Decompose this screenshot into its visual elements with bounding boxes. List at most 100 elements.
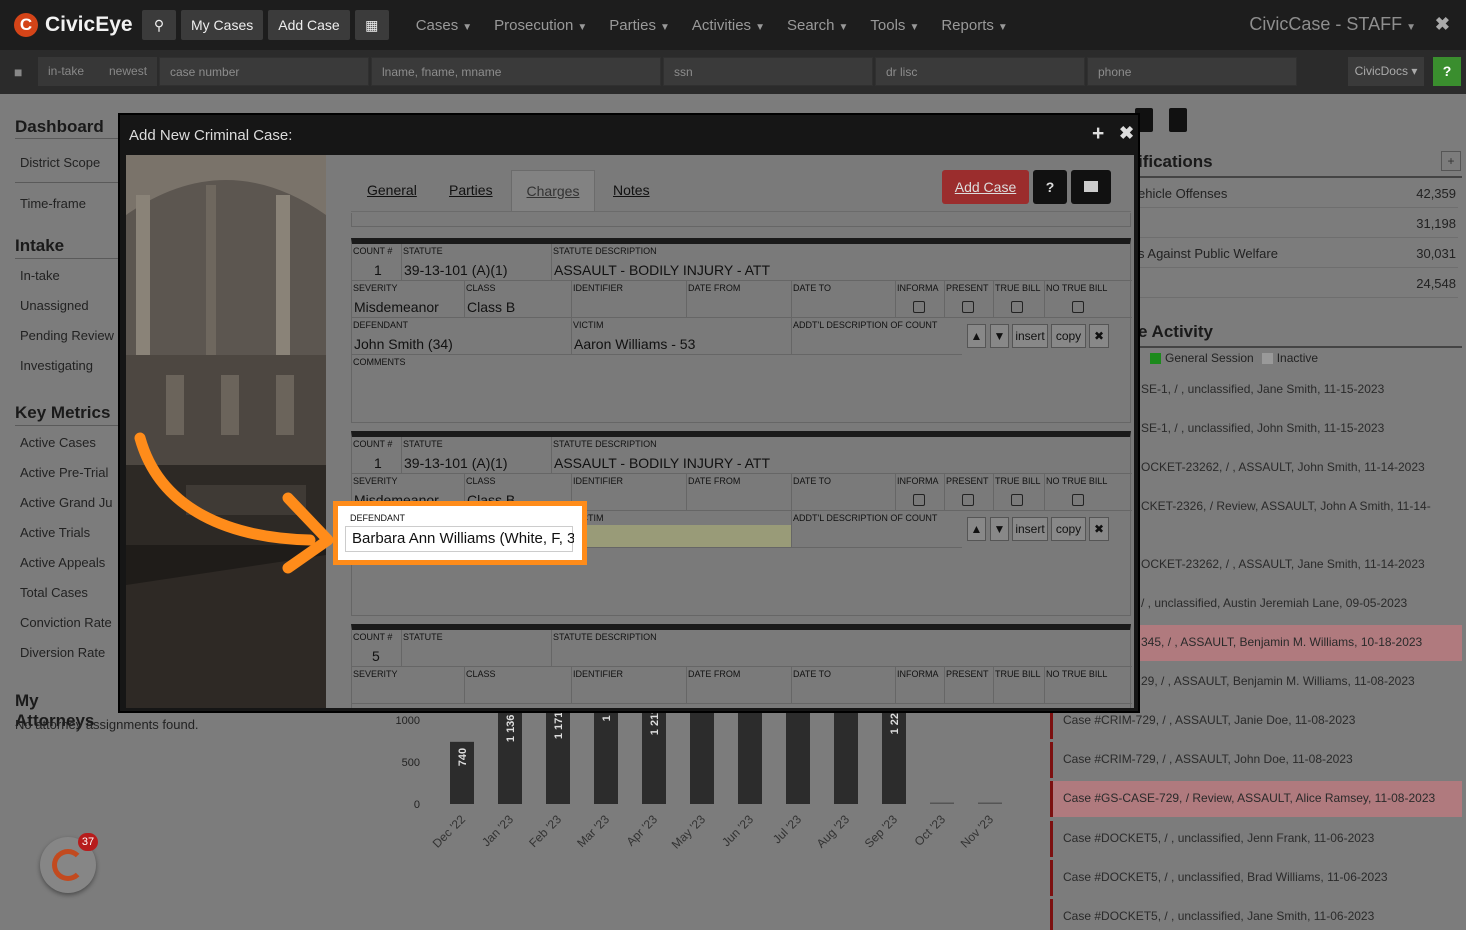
date-from-cell[interactable]: DATE FROM bbox=[687, 667, 792, 704]
informa-checkbox[interactable] bbox=[913, 301, 925, 313]
severity-cell[interactable]: SEVERITY bbox=[352, 667, 465, 704]
identifier-cell[interactable]: IDENTIFIER bbox=[572, 474, 687, 511]
add-case-submit-button[interactable]: Add Case bbox=[942, 170, 1029, 204]
insert-button[interactable]: insert bbox=[1012, 324, 1048, 348]
class-cell[interactable]: CLASS Class B bbox=[465, 281, 572, 318]
move-down-icon[interactable]: ▼ bbox=[990, 517, 1009, 541]
nav-investigating[interactable]: Investigating bbox=[20, 358, 93, 373]
delete-icon[interactable]: ✖ bbox=[1089, 517, 1109, 541]
tab-parties[interactable]: Parties bbox=[449, 182, 493, 198]
nav-unassigned[interactable]: Unassigned bbox=[20, 298, 89, 313]
nav-district-scope[interactable]: District Scope bbox=[20, 155, 100, 170]
nav-active-grand-jury[interactable]: Active Grand Ju bbox=[20, 495, 113, 510]
statute-description-cell[interactable]: STATUTE DESCRIPTION ASSAULT - BODILY INJU… bbox=[552, 244, 1132, 281]
date-to-cell[interactable]: DATE TO bbox=[792, 474, 896, 511]
defendant-input[interactable]: Barbara Ann Williams (White, F, 3 bbox=[352, 530, 574, 547]
count-cell[interactable]: COUNT # 1 bbox=[352, 244, 402, 281]
civicdocs-dropdown[interactable]: CivicDocs ▾ bbox=[1348, 57, 1424, 86]
no-true-bill-checkbox[interactable] bbox=[1072, 494, 1084, 506]
classification-row[interactable]: s Against Public Welfare 30,031 bbox=[1138, 238, 1458, 268]
true-bill-checkbox[interactable] bbox=[1011, 301, 1023, 313]
ssn-input[interactable]: ssn bbox=[663, 57, 873, 86]
logo[interactable]: C CivicEye bbox=[14, 13, 142, 37]
phone-input[interactable]: phone bbox=[1087, 57, 1297, 86]
add-icon[interactable]: + bbox=[1441, 151, 1461, 171]
activity-item[interactable]: Case #GS-CASE-729, / Review, ASSAULT, Al… bbox=[1050, 781, 1462, 817]
app-title[interactable]: CivicCase - STAFF ▼ bbox=[1249, 14, 1416, 35]
comments-cell[interactable]: COMMENTS bbox=[352, 355, 1132, 421]
nav-active-cases[interactable]: Active Cases bbox=[20, 435, 96, 450]
filter-intake[interactable]: in-take bbox=[38, 57, 100, 86]
move-up-icon[interactable]: ▲ bbox=[967, 517, 986, 541]
defendant-cell[interactable]: DEFENDANT John Smith (34) bbox=[352, 318, 572, 355]
copy-button[interactable]: copy bbox=[1051, 324, 1086, 348]
nav-pending-review[interactable]: Pending Review bbox=[20, 328, 114, 343]
book-icon[interactable] bbox=[1169, 108, 1187, 132]
user-icon[interactable]: ■ bbox=[14, 64, 22, 80]
statute-cell[interactable]: STATUTE 39-13-101 (A)(1) bbox=[402, 437, 552, 474]
nav-total-cases[interactable]: Total Cases bbox=[20, 585, 88, 600]
activity-item[interactable]: Case #DOCKET5, / , unclassified, Jane Sm… bbox=[1050, 899, 1462, 930]
menu-tools[interactable]: Tools ▼ bbox=[870, 17, 919, 34]
help-button[interactable]: ? bbox=[1033, 170, 1067, 204]
add-case-button[interactable]: Add Case bbox=[268, 10, 350, 40]
calculator-icon[interactable]: ▦ bbox=[354, 10, 389, 40]
move-down-icon[interactable]: ▼ bbox=[990, 324, 1009, 348]
no-true-bill-checkbox[interactable] bbox=[1072, 301, 1084, 313]
statute-description-cell[interactable]: STATUTE DESCRIPTION bbox=[552, 630, 1132, 667]
help-button[interactable]: ? bbox=[1433, 57, 1461, 86]
close-icon[interactable]: ✖ bbox=[1119, 123, 1134, 144]
identifier-cell[interactable]: IDENTIFIER bbox=[572, 281, 687, 318]
date-from-cell[interactable]: DATE FROM bbox=[687, 474, 792, 511]
victim-cell[interactable]: VICTIM Aaron Williams - 53 bbox=[572, 318, 792, 355]
defendant-field-highlight[interactable]: DEFENDANT Barbara Ann Williams (White, F… bbox=[333, 501, 587, 565]
expand-icon[interactable]: + bbox=[1092, 122, 1104, 146]
severity-cell[interactable]: SEVERITY Misdemeanor bbox=[352, 281, 465, 318]
class-cell[interactable]: CLASS bbox=[465, 667, 572, 704]
nav-diversion-rate[interactable]: Diversion Rate bbox=[20, 645, 105, 660]
insert-button[interactable]: insert bbox=[1012, 517, 1048, 541]
addtl-description-cell[interactable]: ADDT'L DESCRIPTION OF COUNT bbox=[792, 511, 962, 548]
search-icon[interactable]: ⚲ bbox=[142, 10, 176, 40]
activity-item[interactable]: Case #CRIM-729, / , ASSAULT, John Doe, 1… bbox=[1050, 742, 1462, 778]
menu-cases[interactable]: Cases ▼ bbox=[416, 17, 472, 34]
nav-time-frame[interactable]: Time-frame bbox=[20, 196, 86, 211]
menu-prosecution[interactable]: Prosecution ▼ bbox=[494, 17, 587, 34]
menu-parties[interactable]: Parties ▼ bbox=[609, 17, 670, 34]
name-input[interactable]: lname, fname, mname bbox=[371, 57, 661, 86]
filter-newest[interactable]: newest bbox=[99, 57, 157, 86]
classification-row[interactable]: 24,548 bbox=[1138, 268, 1458, 298]
present-checkbox[interactable] bbox=[962, 301, 974, 313]
informa-checkbox[interactable] bbox=[913, 494, 925, 506]
menu-reports[interactable]: Reports ▼ bbox=[941, 17, 1007, 34]
addtl-description-cell[interactable]: ADDT'L DESCRIPTION OF COUNT bbox=[792, 318, 962, 355]
nav-active-appeals[interactable]: Active Appeals bbox=[20, 555, 105, 570]
nav-intake[interactable]: In-take bbox=[20, 268, 60, 283]
print-icon[interactable] bbox=[1071, 170, 1111, 204]
date-to-cell[interactable]: DATE TO bbox=[792, 667, 896, 704]
count-cell[interactable]: COUNT # 5 bbox=[352, 630, 402, 667]
statute-cell[interactable]: STATUTE bbox=[402, 630, 552, 667]
menu-search[interactable]: Search ▼ bbox=[787, 17, 848, 34]
count-cell[interactable]: COUNT # 1 bbox=[352, 437, 402, 474]
close-icon[interactable]: ✖ bbox=[1435, 14, 1450, 35]
true-bill-checkbox[interactable] bbox=[1011, 494, 1023, 506]
delete-icon[interactable]: ✖ bbox=[1089, 324, 1109, 348]
tab-charges[interactable]: Charges bbox=[511, 170, 595, 212]
statute-description-cell[interactable]: STATUTE DESCRIPTION ASSAULT - BODILY INJU… bbox=[552, 437, 1132, 474]
tab-notes[interactable]: Notes bbox=[613, 182, 650, 198]
menu-activities[interactable]: Activities ▼ bbox=[692, 17, 765, 34]
tab-general[interactable]: General bbox=[367, 182, 417, 198]
activity-item[interactable]: Case #DOCKET5, / , unclassified, Jenn Fr… bbox=[1050, 821, 1462, 857]
copy-button[interactable]: copy bbox=[1051, 517, 1086, 541]
classification-row[interactable]: ehicle Offenses 42,359 bbox=[1138, 178, 1458, 208]
nav-conviction-rate[interactable]: Conviction Rate bbox=[20, 615, 112, 630]
nav-active-pre-trial[interactable]: Active Pre-Trial bbox=[20, 465, 108, 480]
move-up-icon[interactable]: ▲ bbox=[967, 324, 986, 348]
victim-cell[interactable]: VICTIM bbox=[572, 511, 792, 548]
date-to-cell[interactable]: DATE TO bbox=[792, 281, 896, 318]
classification-row[interactable]: 31,198 bbox=[1138, 208, 1458, 238]
case-number-input[interactable]: case number bbox=[159, 57, 369, 86]
present-checkbox[interactable] bbox=[962, 494, 974, 506]
date-from-cell[interactable]: DATE FROM bbox=[687, 281, 792, 318]
